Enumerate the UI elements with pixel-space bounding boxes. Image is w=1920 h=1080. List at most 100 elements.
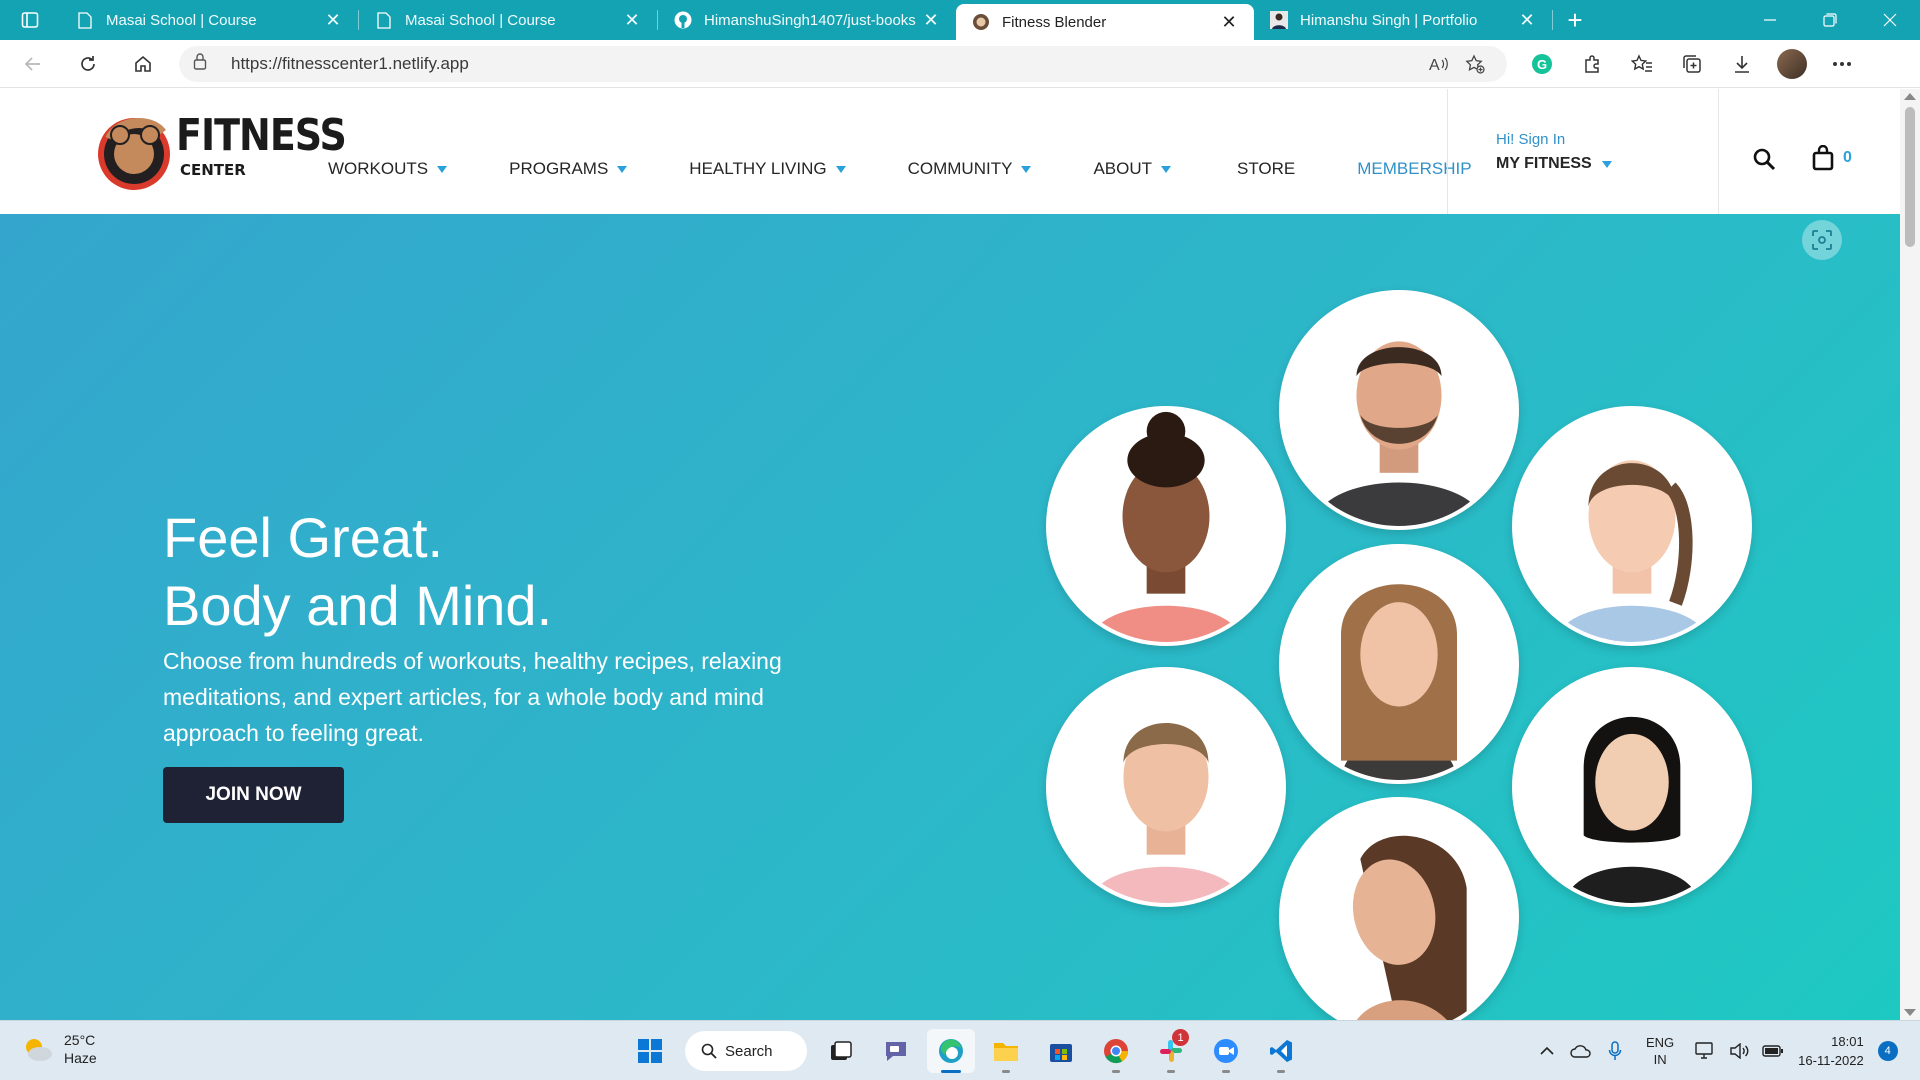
nav-item-about[interactable]: ABOUT: [1093, 159, 1171, 179]
sign-in-link[interactable]: Hi! Sign In: [1496, 131, 1565, 148]
grammarly-icon[interactable]: G: [1517, 46, 1567, 82]
profile-button[interactable]: [1767, 46, 1817, 82]
edge-taskbar-button[interactable]: [927, 1029, 975, 1073]
scroll-up-arrow-icon[interactable]: [1904, 93, 1916, 100]
page-scrollbar[interactable]: [1900, 89, 1920, 1020]
add-favorite-icon[interactable]: [1457, 53, 1493, 74]
search-icon[interactable]: [1752, 147, 1776, 176]
browser-tab[interactable]: Masai School | Course ✕: [60, 0, 358, 40]
zoom-button[interactable]: [1202, 1029, 1250, 1073]
favorites-icon[interactable]: [1617, 46, 1667, 82]
nav-item-store[interactable]: STORE: [1237, 159, 1295, 179]
browser-tab[interactable]: HimanshuSingh1407/just-books ✕: [658, 0, 956, 40]
home-button[interactable]: [121, 46, 165, 82]
taskbar-apps: Search 1: [626, 1029, 1312, 1073]
caret-down-icon: [835, 165, 846, 173]
browser-tab[interactable]: Masai School | Course ✕: [359, 0, 657, 40]
store-button[interactable]: [1037, 1029, 1085, 1073]
trainer-photo: [1279, 290, 1519, 530]
site-logo[interactable]: FITNESS CENTER: [96, 109, 347, 195]
cart-count-badge[interactable]: 0: [1843, 149, 1852, 167]
tab-close-button[interactable]: ✕: [920, 10, 942, 31]
language-indicator[interactable]: ENG IN: [1646, 1034, 1674, 1068]
task-view-button[interactable]: [817, 1029, 865, 1073]
edge-icon: [939, 1039, 963, 1063]
minimize-button[interactable]: [1740, 0, 1800, 40]
tab-close-button[interactable]: ✕: [1516, 10, 1538, 31]
browser-tab[interactable]: Himanshu Singh | Portfolio ✕: [1254, 0, 1552, 40]
hero-subtext: Choose from hundreds of workouts, health…: [163, 648, 782, 746]
teams-chat-button[interactable]: [872, 1029, 920, 1073]
close-window-button[interactable]: [1860, 0, 1920, 40]
nav-item-workouts[interactable]: WORKOUTS: [328, 159, 448, 179]
browser-tab-active[interactable]: Fitness Blender ✕: [956, 4, 1254, 40]
nav-item-community[interactable]: COMMUNITY: [908, 159, 1032, 179]
taskbar-search[interactable]: Search: [685, 1031, 807, 1071]
url-text[interactable]: https://fitnesscenter1.netlify.app: [231, 54, 1421, 74]
collections-icon[interactable]: [1667, 46, 1717, 82]
minimize-icon: [1764, 19, 1776, 21]
running-indicator: [1112, 1070, 1120, 1073]
refresh-button[interactable]: [66, 46, 110, 82]
page-icon: [76, 11, 94, 29]
nav-label: WORKOUTS: [328, 159, 429, 178]
nav-item-programs[interactable]: PROGRAMS: [509, 159, 628, 179]
vscode-icon: [1270, 1040, 1292, 1062]
refresh-icon: [81, 55, 95, 71]
tab-close-button[interactable]: ✕: [322, 10, 344, 31]
header-divider: [1718, 89, 1719, 214]
volume-icon[interactable]: [1722, 1043, 1756, 1059]
caret-down-icon: [1021, 165, 1032, 173]
chrome-icon: [1104, 1039, 1129, 1064]
notification-count-badge[interactable]: 4: [1877, 1041, 1898, 1061]
weather-widget[interactable]: 25°C Haze: [22, 1031, 97, 1067]
start-button[interactable]: [626, 1029, 674, 1073]
nav-item-healthy-living[interactable]: HEALTHY LIVING: [689, 159, 846, 179]
downloads-icon[interactable]: [1717, 46, 1767, 82]
my-fitness-label: MY FITNESS: [1496, 155, 1592, 172]
battery-icon[interactable]: [1756, 1044, 1790, 1058]
onedrive-icon[interactable]: [1564, 1044, 1598, 1058]
shopping-bag-icon[interactable]: [1812, 144, 1834, 176]
svg-text:A: A: [1429, 57, 1440, 73]
caret-down-icon: [437, 165, 448, 173]
microphone-icon[interactable]: [1598, 1041, 1632, 1061]
tab-close-button[interactable]: ✕: [1218, 12, 1240, 33]
back-button[interactable]: [11, 46, 55, 82]
new-tab-button[interactable]: +: [1553, 0, 1597, 40]
lock-icon: [193, 52, 215, 75]
main-nav: WORKOUTS PROGRAMS HEALTHY LIVING COMMUNI…: [328, 159, 1472, 179]
tab-title: Himanshu Singh | Portfolio: [1300, 11, 1478, 29]
file-explorer-button[interactable]: [982, 1029, 1030, 1073]
back-arrow-icon: [24, 56, 40, 71]
display-icon[interactable]: [1688, 1042, 1722, 1060]
nav-item-membership[interactable]: MEMBERSHIP: [1357, 159, 1471, 179]
logo-wordmark: FITNESS: [176, 109, 347, 161]
chrome-button[interactable]: [1092, 1029, 1140, 1073]
tab-actions-menu-button[interactable]: [0, 0, 60, 40]
tab-close-button[interactable]: ✕: [621, 10, 643, 31]
read-aloud-icon[interactable]: A: [1421, 55, 1457, 73]
chevron-up-icon[interactable]: [1530, 1046, 1564, 1056]
clock[interactable]: 18:01 16-11-2022: [1798, 1032, 1864, 1070]
logo-emblem-icon: [98, 118, 170, 190]
nav-label: PROGRAMS: [509, 159, 609, 178]
settings-more-icon[interactable]: [1817, 46, 1867, 82]
visual-search-button[interactable]: [1802, 220, 1842, 260]
vscode-button[interactable]: [1257, 1029, 1305, 1073]
extensions-icon[interactable]: [1567, 46, 1617, 82]
portfolio-icon: [1270, 11, 1288, 29]
hero-headline: Feel Great. Body and Mind.: [163, 504, 552, 640]
hero-headline-line-1: Feel Great.: [163, 506, 444, 569]
trainer-photo: [1046, 406, 1286, 646]
join-now-button[interactable]: JOIN NOW: [163, 767, 344, 823]
language-region: IN: [1653, 1052, 1667, 1067]
scrollbar-thumb[interactable]: [1905, 107, 1915, 247]
slack-button[interactable]: 1: [1147, 1029, 1195, 1073]
my-fitness-menu[interactable]: MY FITNESS: [1496, 155, 1612, 173]
scroll-down-arrow-icon[interactable]: [1904, 1009, 1916, 1016]
address-bar[interactable]: https://fitnesscenter1.netlify.app A: [179, 45, 1507, 82]
restore-button[interactable]: [1800, 0, 1860, 40]
browser-tab-strip: Masai School | Course ✕ Masai School | C…: [0, 0, 1920, 40]
tab-actions-icon: [21, 12, 39, 28]
